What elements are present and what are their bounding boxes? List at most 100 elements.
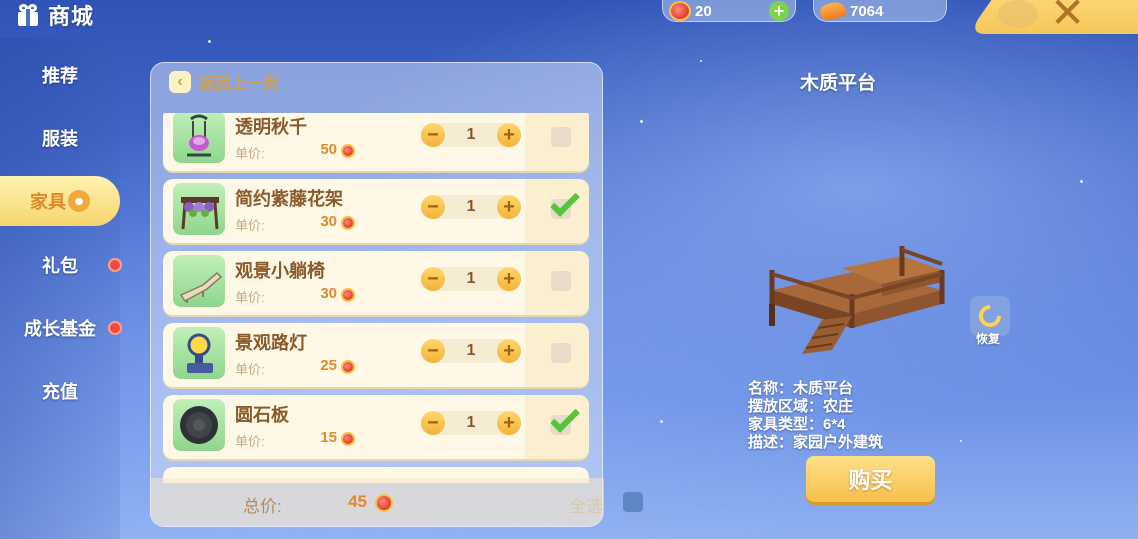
rotate-icon [974, 300, 1006, 332]
select-all-checkbox[interactable] [623, 492, 643, 512]
total-bar: 总价: 45 全选 [151, 478, 643, 526]
sidebar-item-clothing[interactable]: 服装 [0, 118, 120, 158]
sidebar-item-gift-pack[interactable]: 礼包 [0, 245, 122, 285]
list-item: 简约紫藤花架 单价: 30 − 1 + [163, 179, 589, 243]
chevron-left-icon: ‹ [169, 71, 191, 93]
info-type: 家具类型：6*4 [748, 416, 846, 433]
unit-price-label: 单价: [235, 218, 265, 233]
gem-balance: 20 + [662, 0, 796, 22]
gem-count: 20 [695, 2, 712, 20]
category-sidebar: 推荐 服装 家具 礼包 成长基金 充值 [0, 38, 122, 539]
street-lamp-thumbnail [173, 327, 225, 379]
decrease-button[interactable]: − [421, 123, 445, 147]
quantity-stepper: − 1 + [421, 267, 521, 291]
item-checkbox[interactable] [551, 343, 571, 363]
paw-icon [68, 190, 90, 212]
top-bar: 商城 20 + 7064 ✕ [0, 0, 1138, 36]
add-gem-button[interactable]: + [769, 1, 789, 21]
notification-dot [108, 321, 122, 335]
increase-button[interactable]: + [497, 195, 521, 219]
list-item: 透明秋千 单价: 50 − 1 + [163, 113, 589, 171]
list-item: 圆石板 单价: 15 − 1 + [163, 395, 589, 459]
item-name: 简约紫藤花架 [235, 189, 343, 209]
unit-price-label: 单价: [235, 362, 265, 377]
back-button[interactable]: ‹ 返回上一页 [169, 69, 279, 95]
coin-balance: 7064 [813, 0, 947, 23]
increase-button[interactable]: + [497, 411, 521, 435]
sidebar-item-furniture[interactable]: 家具 [0, 176, 120, 226]
increase-button[interactable]: + [497, 267, 521, 291]
item-select-cell[interactable] [525, 113, 589, 171]
list-item: 景观路灯 单价: 25 − 1 + [163, 323, 589, 387]
decrease-button[interactable]: − [421, 267, 445, 291]
wooden-platform-model[interactable] [752, 240, 952, 370]
paw-decoration-icon [998, 0, 1038, 28]
shop-title-label: 商城 [48, 4, 95, 29]
item-name: 透明秋千 [235, 117, 307, 137]
sidebar-item-label: 充值 [42, 382, 78, 402]
quantity-stepper: − 1 + [421, 411, 521, 435]
quantity-value: 1 [466, 126, 476, 143]
item-checkbox[interactable] [551, 271, 571, 291]
increase-button[interactable]: + [497, 339, 521, 363]
sparkle [960, 440, 962, 442]
increase-button[interactable]: + [497, 123, 521, 147]
select-all-label[interactable]: 全选 [569, 492, 603, 517]
sparkle [700, 60, 702, 62]
coin-icon [818, 0, 848, 23]
quantity-stepper: − 1 + [421, 339, 521, 363]
decrease-button[interactable]: − [421, 411, 445, 435]
gem-icon [375, 494, 393, 512]
buy-button[interactable]: 购买 [806, 456, 935, 502]
wisteria-trellis-thumbnail [173, 183, 225, 235]
sparkle [1080, 180, 1083, 183]
sidebar-item-recommend[interactable]: 推荐 [0, 55, 120, 95]
quantity-value: 1 [466, 198, 476, 215]
sidebar-item-growth-fund[interactable]: 成长基金 [0, 308, 122, 348]
purchase-list-panel: ‹ 返回上一页 透明秋千 单价: 50 − 1 + 简约紫藤花架 单价: 30 … [150, 62, 643, 527]
item-select-cell[interactable] [525, 251, 589, 315]
swing-thumbnail [173, 113, 225, 163]
quantity-value: 1 [466, 270, 476, 287]
gem-icon [341, 216, 355, 230]
gem-icon [341, 432, 355, 446]
sparkle [640, 120, 643, 123]
gift-icon [16, 3, 40, 27]
gem-icon [341, 288, 355, 302]
unit-price: 50 [320, 141, 337, 158]
item-name: 观景小躺椅 [235, 261, 325, 281]
gem-icon [669, 1, 691, 21]
total-price-label: 总价: [243, 497, 282, 516]
info-area: 摆放区域：农庄 [748, 398, 854, 415]
lounge-chair-thumbnail [173, 255, 225, 307]
quantity-value: 1 [466, 414, 476, 431]
unit-price-label: 单价: [235, 290, 265, 305]
decrease-button[interactable]: − [421, 339, 445, 363]
unit-price: 25 [320, 357, 337, 374]
item-list[interactable]: 透明秋千 单价: 50 − 1 + 简约紫藤花架 单价: 30 − 1 + 观景… [163, 113, 591, 483]
item-checkbox[interactable] [551, 127, 571, 147]
unit-price: 30 [320, 285, 337, 302]
decrease-button[interactable]: − [421, 195, 445, 219]
shop-title: 商城 [16, 0, 94, 30]
item-select-cell[interactable] [525, 323, 589, 387]
total-price-value: 45 [348, 492, 367, 511]
sidebar-item-label: 礼包 [42, 256, 78, 276]
close-icon[interactable]: ✕ [1050, 0, 1085, 34]
item-select-cell[interactable] [525, 395, 589, 459]
sidebar-item-label: 成长基金 [24, 319, 96, 339]
quantity-stepper: − 1 + [421, 195, 521, 219]
coin-count: 7064 [850, 2, 884, 20]
sidebar-item-recharge[interactable]: 充值 [0, 371, 120, 411]
item-name: 景观路灯 [235, 333, 307, 353]
item-select-cell[interactable] [525, 179, 589, 243]
info-description: 描述：家园户外建筑 [748, 434, 884, 451]
gem-icon [341, 360, 355, 374]
list-item: 观景小躺椅 单价: 30 − 1 + [163, 251, 589, 315]
gem-icon [341, 144, 355, 158]
unit-price-label: 单价: [235, 434, 265, 449]
unit-price-label: 单价: [235, 146, 265, 161]
quantity-value: 1 [466, 342, 476, 359]
sparkle [660, 420, 663, 423]
item-info: 名称：木质平台 摆放区域：农庄 家具类型：6*4 描述：家园户外建筑 [748, 380, 883, 452]
